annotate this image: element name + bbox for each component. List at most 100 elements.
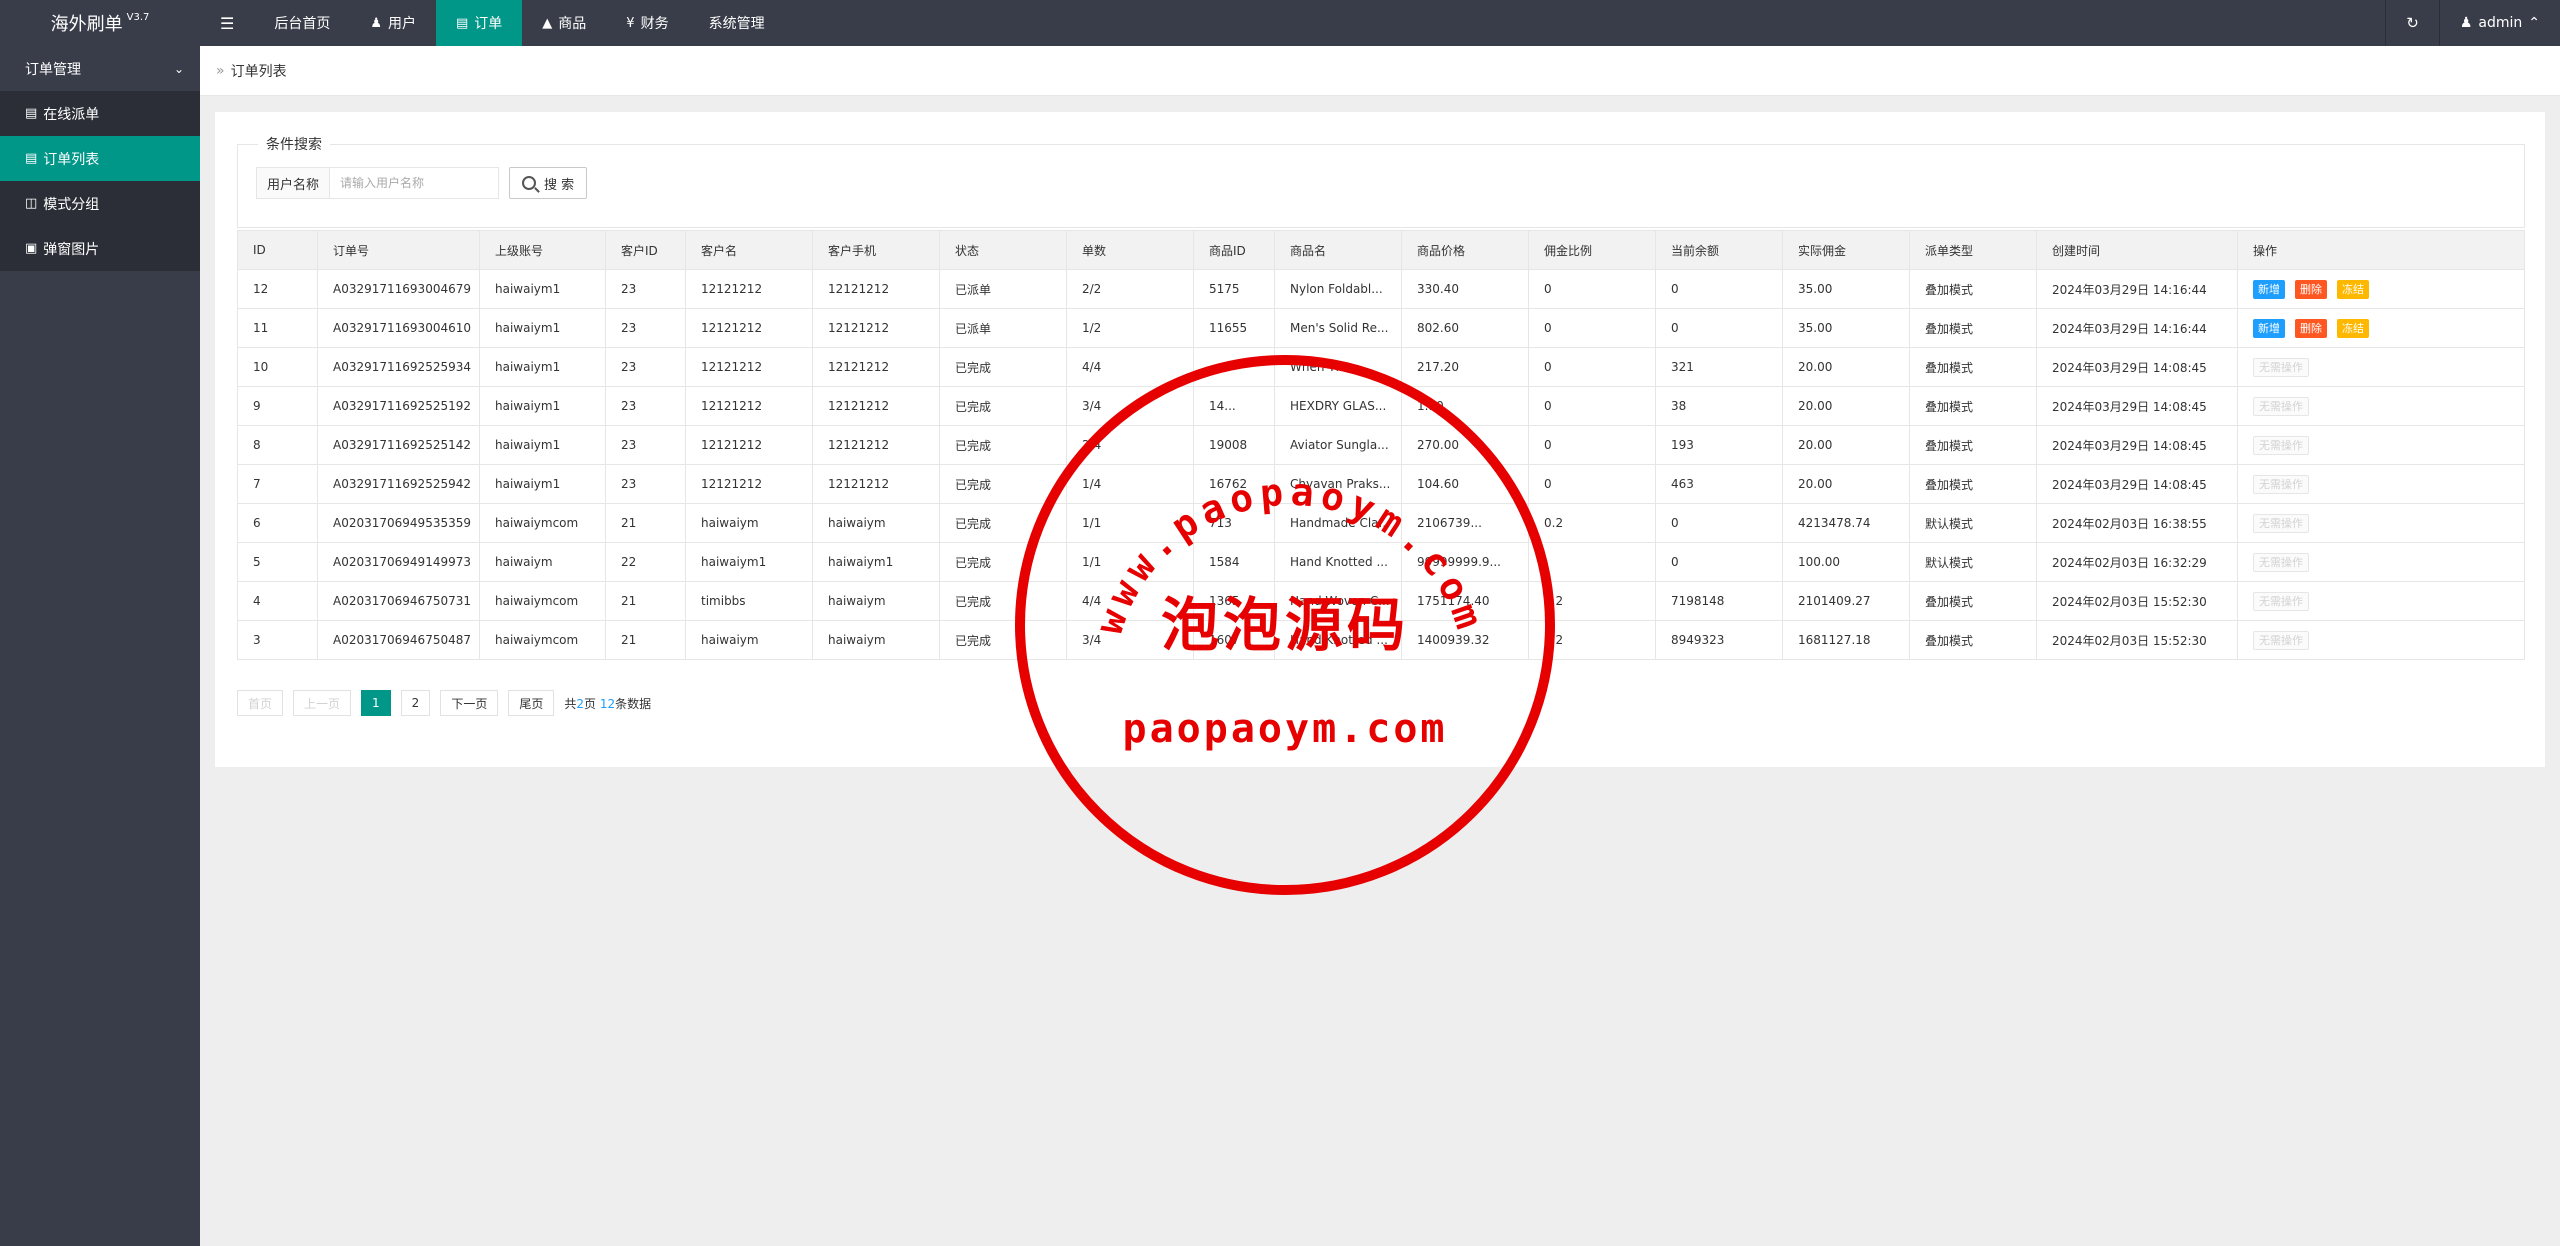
table-row: 7 A03291711692525942 haiwaiym1 23 12121212 12… bbox=[237, 464, 2525, 504]
cell-ratio: 0.2 bbox=[1528, 503, 1656, 543]
sidebar-toggle[interactable]: ☰ bbox=[200, 0, 254, 46]
cell-created: 2024年03月29日 14:08:45 bbox=[2036, 386, 2238, 426]
cell-created: 2024年03月29日 14:08:45 bbox=[2036, 464, 2238, 504]
nav-goods[interactable]: ▲ 商品 bbox=[522, 0, 606, 46]
cell-phone: haiwaiym bbox=[812, 581, 940, 621]
cell-status: 已完成 bbox=[939, 503, 1067, 543]
cell-order-no: A03291711693004679 bbox=[317, 269, 480, 309]
cell-type[interactable]: 叠加模式 bbox=[1909, 386, 2037, 426]
cell-ratio: 0.2 bbox=[1528, 581, 1656, 621]
sidebar-item-label: 弹窗图片 bbox=[43, 241, 100, 258]
cell-type[interactable]: 叠加模式 bbox=[1909, 464, 2037, 504]
cell-order-no: A03291711692525142 bbox=[317, 425, 480, 465]
info-mid: 页 bbox=[584, 696, 597, 711]
search-row: 用户名称 搜 索 bbox=[256, 167, 588, 199]
page-1-button[interactable]: 1 bbox=[361, 690, 391, 716]
top-right: ↻ ♟ admin ⌃ bbox=[2385, 0, 2560, 46]
cell-count: 4/4 bbox=[1066, 581, 1194, 621]
cell-type[interactable]: 叠加模式 bbox=[1909, 308, 2037, 348]
cell-type[interactable]: 叠加模式 bbox=[1909, 581, 2037, 621]
cell-phone: haiwaiym bbox=[812, 503, 940, 543]
cell-status: 已完成 bbox=[939, 542, 1067, 582]
nav-order[interactable]: ▤ 订单 bbox=[436, 0, 523, 46]
cell-id: 4 bbox=[237, 581, 318, 621]
cell-type[interactable]: 默认模式 bbox=[1909, 503, 2037, 543]
refresh-button[interactable]: ↻ bbox=[2385, 0, 2439, 46]
nav-user[interactable]: ♟ 用户 bbox=[350, 0, 436, 46]
cart-icon: ▲ bbox=[542, 15, 553, 31]
info-suffix: 条数据 bbox=[615, 696, 652, 711]
cell-order-no: A03291711692525192 bbox=[317, 386, 480, 426]
add-button[interactable]: 新增 bbox=[2253, 318, 2285, 338]
cell-ratio: 0.2 bbox=[1528, 620, 1656, 660]
app-logo[interactable]: 海外刷单 V3.7 bbox=[0, 0, 200, 46]
sidebar-item-popup-image[interactable]: ▣ 弹窗图片 bbox=[0, 226, 200, 271]
sidebar-item-group[interactable]: ◫ 模式分组 bbox=[0, 181, 200, 226]
document-icon: ▤ bbox=[25, 106, 38, 121]
username-search-input[interactable] bbox=[329, 167, 500, 199]
cell-cid: 23 bbox=[605, 347, 686, 387]
cell-parent: haiwaiym1 bbox=[479, 386, 606, 426]
column-header: 客户名 bbox=[685, 230, 813, 270]
cell-ratio: 0 bbox=[1528, 386, 1656, 426]
delete-button[interactable]: 删除 bbox=[2295, 279, 2327, 299]
sidebar-item-dispatch[interactable]: ▤ 在线派单 bbox=[0, 91, 200, 136]
top-nav: ☰ 后台首页 ♟ 用户 ▤ 订单 ▲ 商品 ¥ 财务 系统管理 bbox=[200, 0, 785, 46]
table-body: 12 A03291711693004679 haiwaiym1 23 12121212 1… bbox=[237, 269, 2525, 660]
nav-home[interactable]: 后台首页 bbox=[254, 0, 350, 46]
table-row: 3 A02031706946750487 haiwaiymcom 21 haiwaiym… bbox=[237, 620, 2525, 660]
cell-phone: 12121212 bbox=[812, 269, 940, 309]
prev-page-button[interactable]: 上一页 bbox=[293, 690, 352, 716]
first-page-button[interactable]: 首页 bbox=[237, 690, 284, 716]
nav-label: 商品 bbox=[558, 16, 587, 32]
cell-cid: 21 bbox=[605, 581, 686, 621]
column-header: ID bbox=[237, 230, 318, 270]
column-header: 佣金比例 bbox=[1528, 230, 1656, 270]
cell-id: 5 bbox=[237, 542, 318, 582]
cell-balance: 0 bbox=[1655, 269, 1783, 309]
app-version: V3.7 bbox=[126, 11, 150, 23]
cell-cname: 12121212 bbox=[685, 425, 813, 465]
delete-button[interactable]: 删除 bbox=[2295, 318, 2327, 338]
cell-balance: 0 bbox=[1655, 308, 1783, 348]
cell-cid: 21 bbox=[605, 620, 686, 660]
nav-system[interactable]: 系统管理 bbox=[689, 0, 785, 46]
sidebar-group-label: 订单管理 bbox=[25, 61, 81, 78]
search-icon bbox=[522, 176, 537, 190]
breadcrumb-separator-icon: » bbox=[216, 62, 225, 79]
cell-pid: 1365 bbox=[1193, 581, 1275, 621]
cell-type[interactable]: 叠加模式 bbox=[1909, 620, 2037, 660]
column-header: 上级账号 bbox=[479, 230, 606, 270]
page-2-button[interactable]: 2 bbox=[400, 690, 431, 716]
list-icon: ▤ bbox=[25, 151, 38, 166]
sidebar-group-order[interactable]: 订单管理 ⌄ bbox=[0, 46, 200, 91]
user-menu[interactable]: ♟ admin ⌃ bbox=[2438, 0, 2560, 46]
cell-created: 2024年03月29日 14:08:45 bbox=[2036, 425, 2238, 465]
cell-type[interactable]: 叠加模式 bbox=[1909, 269, 2037, 309]
cell-id: 9 bbox=[237, 386, 318, 426]
search-label: 用户名称 bbox=[256, 167, 330, 199]
search-button[interactable]: 搜 索 bbox=[509, 167, 588, 199]
cell-cid: 23 bbox=[605, 308, 686, 348]
cell-phone: haiwaiym1 bbox=[812, 542, 940, 582]
nav-finance[interactable]: ¥ 财务 bbox=[606, 0, 688, 46]
sidebar-item-order-list[interactable]: ▤ 订单列表 bbox=[0, 136, 200, 181]
table-row: 12 A03291711693004679 haiwaiym1 23 12121212 1… bbox=[237, 269, 2525, 309]
next-page-button[interactable]: 下一页 bbox=[440, 690, 499, 716]
freeze-button[interactable]: 冻结 bbox=[2337, 318, 2369, 338]
sidebar: 订单管理 ⌄ ▤ 在线派单 ▤ 订单列表 ◫ 模式分组 ▣ 弹窗图片 bbox=[0, 46, 200, 1246]
cell-type[interactable]: 叠加模式 bbox=[1909, 425, 2037, 465]
add-button[interactable]: 新增 bbox=[2253, 279, 2285, 299]
cell-type[interactable]: 默认模式 bbox=[1909, 542, 2037, 582]
cell-count: 2/4 bbox=[1066, 425, 1194, 465]
no-action-button: 无需操作 bbox=[2253, 513, 2309, 533]
nav-label: 用户 bbox=[388, 16, 416, 32]
breadcrumb-current: 订单列表 bbox=[230, 63, 287, 80]
cell-type[interactable]: 叠加模式 bbox=[1909, 347, 2037, 387]
cell-cname: 12121212 bbox=[685, 347, 813, 387]
cell-status: 已完成 bbox=[939, 347, 1067, 387]
last-page-button[interactable]: 尾页 bbox=[508, 690, 555, 716]
freeze-button[interactable]: 冻结 bbox=[2337, 279, 2369, 299]
cell-parent: haiwaiym1 bbox=[479, 308, 606, 348]
cell-order-no: A03291711692525942 bbox=[317, 464, 480, 504]
